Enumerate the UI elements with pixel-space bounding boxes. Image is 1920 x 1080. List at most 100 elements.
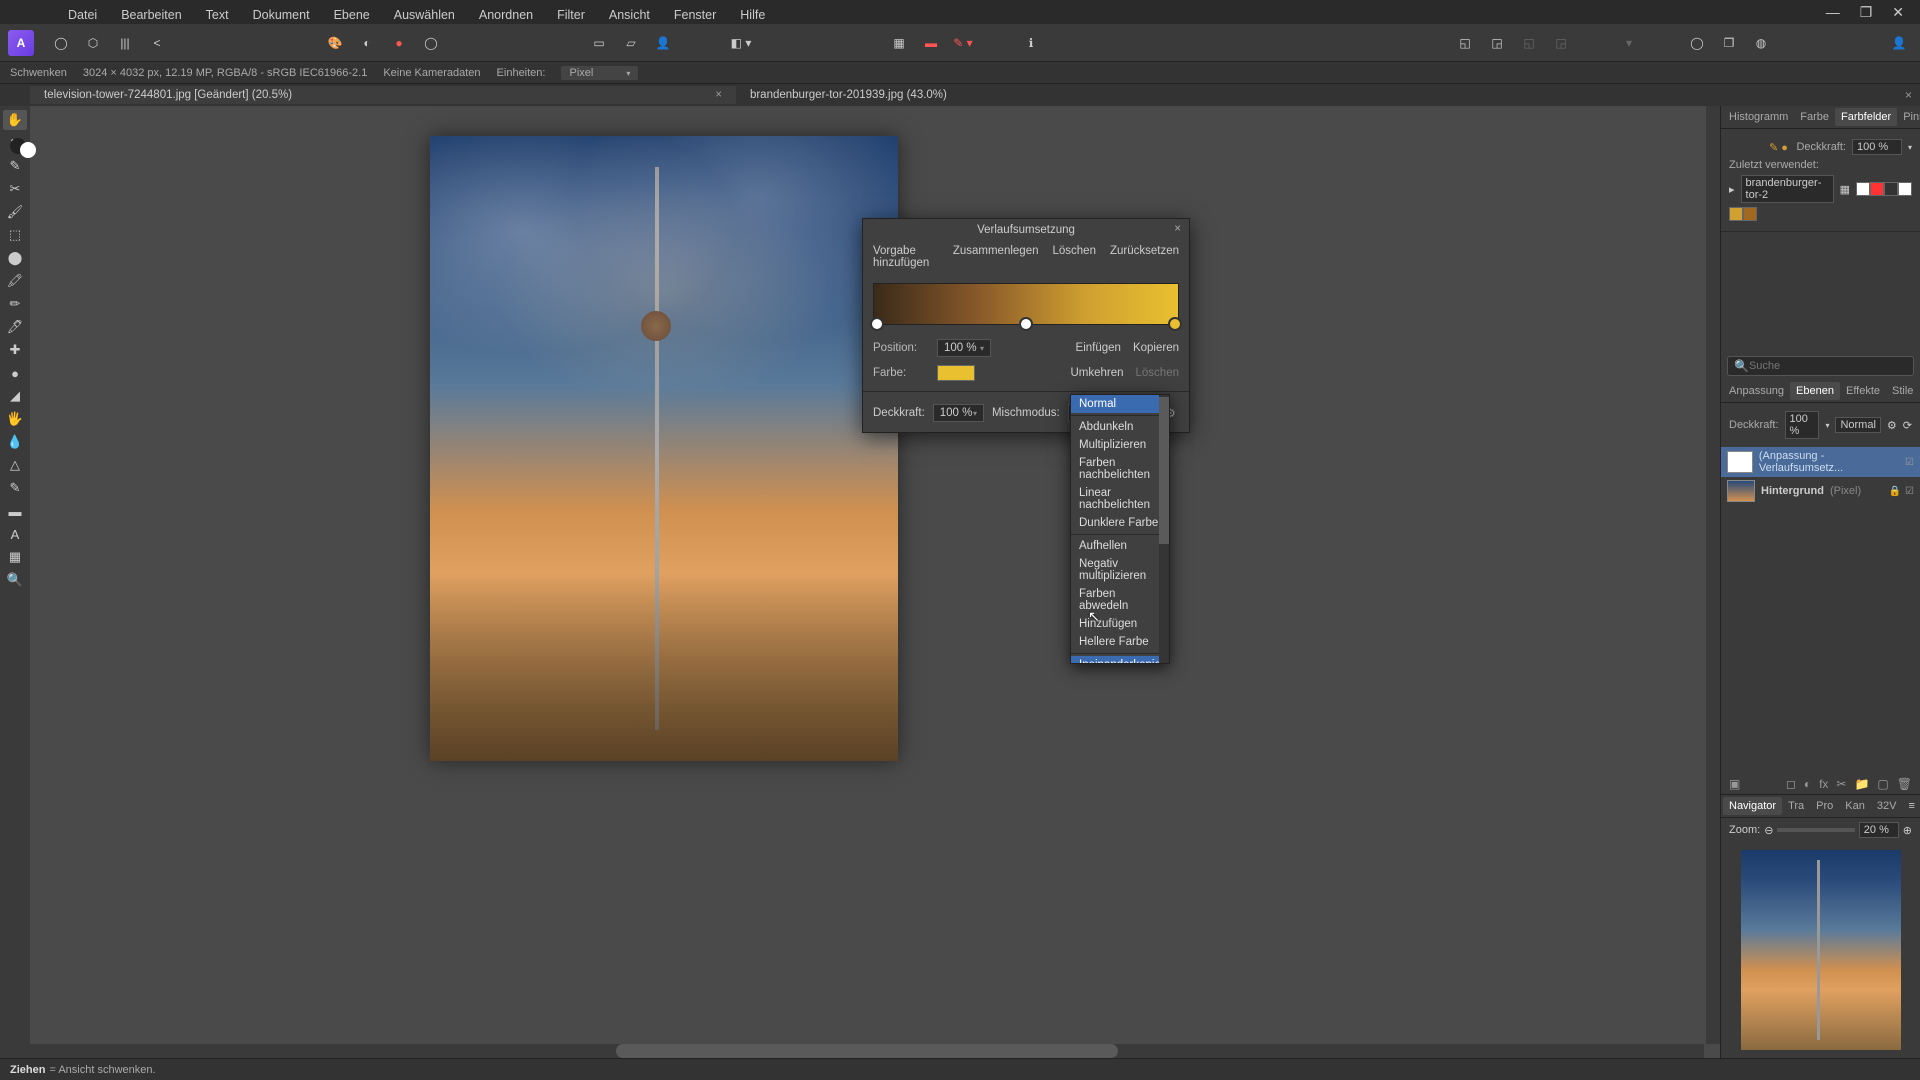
- navigator-preview[interactable]: [1741, 850, 1901, 1050]
- brush-dot-icon[interactable]: ✎ ●: [1769, 141, 1788, 154]
- align-icon[interactable]: ▬: [918, 30, 944, 56]
- window-minimize-icon[interactable]: —: [1826, 4, 1840, 21]
- selection-rect-icon[interactable]: ▭: [586, 30, 612, 56]
- blend-multiply[interactable]: Multiplizieren: [1071, 436, 1169, 454]
- paint-dropdown-icon[interactable]: ✎ ▾: [950, 30, 976, 56]
- snap-globe-icon[interactable]: ◍: [1748, 30, 1774, 56]
- menu-ansicht[interactable]: Ansicht: [609, 8, 650, 22]
- selection-tool-icon[interactable]: ⬚: [3, 225, 27, 245]
- zoom-tool-icon[interactable]: 🔍: [3, 570, 27, 590]
- layer-background[interactable]: Hintergrund (Pixel) 🔒 ☑: [1721, 477, 1920, 505]
- sync-icon[interactable]: ⟳: [1903, 419, 1912, 432]
- doc-tab-1[interactable]: television-tower-7244801.jpg [Geändert] …: [30, 86, 736, 104]
- persona-export-icon[interactable]: <: [144, 30, 170, 56]
- smudge-tool-icon[interactable]: 🖐: [3, 409, 27, 429]
- lock-icon[interactable]: 🔒: [1889, 486, 1901, 497]
- invert-button[interactable]: Umkehren: [1070, 367, 1123, 379]
- gradient-editor[interactable]: [873, 283, 1179, 325]
- quick-mask-icon[interactable]: 👤: [650, 30, 676, 56]
- gradient-circle-icon[interactable]: ◯: [418, 30, 444, 56]
- persona-photo-icon[interactable]: ◯: [48, 30, 74, 56]
- crop-layer-icon[interactable]: ✂: [1836, 777, 1846, 791]
- blend-lighten[interactable]: Aufhellen: [1071, 537, 1169, 555]
- color-picker-tool-icon[interactable]: ✎: [3, 156, 27, 176]
- insert-button[interactable]: Einfügen: [1076, 342, 1121, 354]
- snap-circle-icon[interactable]: ◯: [1684, 30, 1710, 56]
- flood-tool-icon[interactable]: ⬤: [3, 248, 27, 268]
- pen-tool-icon[interactable]: ✏: [3, 294, 27, 314]
- delete-button[interactable]: Löschen: [1052, 245, 1095, 269]
- account-icon[interactable]: 👤: [1886, 30, 1912, 56]
- fg-bg-color-icon[interactable]: [10, 136, 38, 158]
- persona-tone-icon[interactable]: |||: [112, 30, 138, 56]
- menu-auswaehlen[interactable]: Auswählen: [394, 8, 455, 22]
- color-chip[interactable]: [937, 365, 975, 381]
- dialog-close-icon[interactable]: ×: [1174, 223, 1181, 235]
- menu-datei[interactable]: Datei: [68, 8, 97, 22]
- menu-hilfe[interactable]: Hilfe: [740, 8, 765, 22]
- menu-ebene[interactable]: Ebene: [334, 8, 370, 22]
- mesh-tool-icon[interactable]: ▦: [3, 547, 27, 567]
- arrange-front-icon[interactable]: ◲: [1484, 30, 1510, 56]
- v-scrollbar[interactable]: [1706, 106, 1720, 1044]
- gradient-stop-2[interactable]: [1019, 317, 1033, 331]
- crop-tool-icon[interactable]: ✂: [3, 179, 27, 199]
- tab-farbe[interactable]: Farbe: [1794, 108, 1835, 126]
- blend-linearburn[interactable]: Linear nachbelichten: [1071, 484, 1169, 514]
- search-input[interactable]: [1749, 360, 1907, 372]
- doc-tab-2[interactable]: brandenburger-tor-201939.jpg (43.0%): [736, 86, 961, 104]
- menu-dokument[interactable]: Dokument: [253, 8, 310, 22]
- delete-layer-icon[interactable]: 🗑: [1897, 777, 1912, 791]
- tabs-close-all-icon[interactable]: ×: [1905, 88, 1912, 102]
- layer-opacity-input[interactable]: 100 %: [1785, 411, 1820, 439]
- blend-normal[interactable]: Normal: [1071, 395, 1169, 413]
- zoom-slider[interactable]: [1777, 828, 1854, 832]
- add-layer-icon[interactable]: ▢: [1877, 777, 1888, 791]
- gradient-stop-1[interactable]: [870, 317, 884, 331]
- window-close-icon[interactable]: ✕: [1892, 4, 1904, 21]
- eraser-tool-icon[interactable]: ◢: [3, 386, 27, 406]
- units-select[interactable]: Pixel ▾: [561, 66, 638, 80]
- tab-channels[interactable]: Kan: [1839, 797, 1871, 815]
- blend-add[interactable]: Hinzufügen: [1071, 615, 1169, 633]
- layer-visible-icon[interactable]: ☑: [1905, 486, 1914, 497]
- gradient-tool-icon[interactable]: 🖍: [3, 271, 27, 291]
- hand-tool-icon[interactable]: ✋: [3, 110, 27, 130]
- folder-icon[interactable]: 📁: [1854, 777, 1869, 791]
- tab-stile[interactable]: Stile: [1886, 382, 1919, 400]
- add-mask-icon[interactable]: ◻: [1786, 777, 1796, 791]
- menu-bearbeiten[interactable]: Bearbeiten: [121, 8, 181, 22]
- window-maximize-icon[interactable]: ❐: [1860, 4, 1873, 21]
- tab-pinsel[interactable]: Pinsel: [1897, 108, 1920, 126]
- blend-colorburn[interactable]: Farben nachbelichten: [1071, 454, 1169, 484]
- tab-farbfelder[interactable]: Farbfelder: [1835, 108, 1897, 126]
- dropdown-scrollbar[interactable]: [1159, 395, 1169, 663]
- grid-icon[interactable]: ▦: [886, 30, 912, 56]
- tab-close-icon[interactable]: ×: [715, 89, 722, 101]
- color-wheel-icon[interactable]: 🎨: [322, 30, 348, 56]
- healing-tool-icon[interactable]: ✚: [3, 340, 27, 360]
- h-scrollbar[interactable]: [30, 1044, 1704, 1058]
- opacity-input[interactable]: 100 %: [1852, 139, 1902, 155]
- gear-icon[interactable]: ⚙: [1887, 419, 1897, 432]
- layer-visible-icon[interactable]: ☑: [1905, 457, 1914, 468]
- shape-tool-icon[interactable]: ▬: [3, 501, 27, 521]
- copy-button[interactable]: Kopieren: [1133, 342, 1179, 354]
- zoom-input[interactable]: 20 %: [1859, 822, 1899, 838]
- merge-button[interactable]: Zusammenlegen: [953, 245, 1039, 269]
- dlg-opacity-input[interactable]: 100 %▾: [933, 404, 984, 422]
- fx-icon[interactable]: fx: [1819, 777, 1828, 791]
- tab-anpassung[interactable]: Anpassung: [1723, 382, 1790, 400]
- blend-screen[interactable]: Negativ multiplizieren: [1071, 555, 1169, 585]
- reset-button[interactable]: Zurücksetzen: [1110, 245, 1179, 269]
- layer-adjustment[interactable]: (Anpassung - Verlaufsumsetz... ☑: [1721, 447, 1920, 477]
- blend-lightercolor[interactable]: Hellere Farbe: [1071, 633, 1169, 651]
- blend-colordodge[interactable]: Farben abwedeln: [1071, 585, 1169, 615]
- sharpen-tool-icon[interactable]: △: [3, 455, 27, 475]
- menu-text[interactable]: Text: [206, 8, 229, 22]
- panel-menu-icon[interactable]: ≡: [1902, 797, 1920, 815]
- preset-select[interactable]: brandenburger-tor-2: [1741, 175, 1834, 203]
- chevron-down-icon[interactable]: ▾: [1908, 143, 1912, 152]
- text-tool-icon[interactable]: A: [3, 524, 27, 544]
- snap-stack-icon[interactable]: ❐: [1716, 30, 1742, 56]
